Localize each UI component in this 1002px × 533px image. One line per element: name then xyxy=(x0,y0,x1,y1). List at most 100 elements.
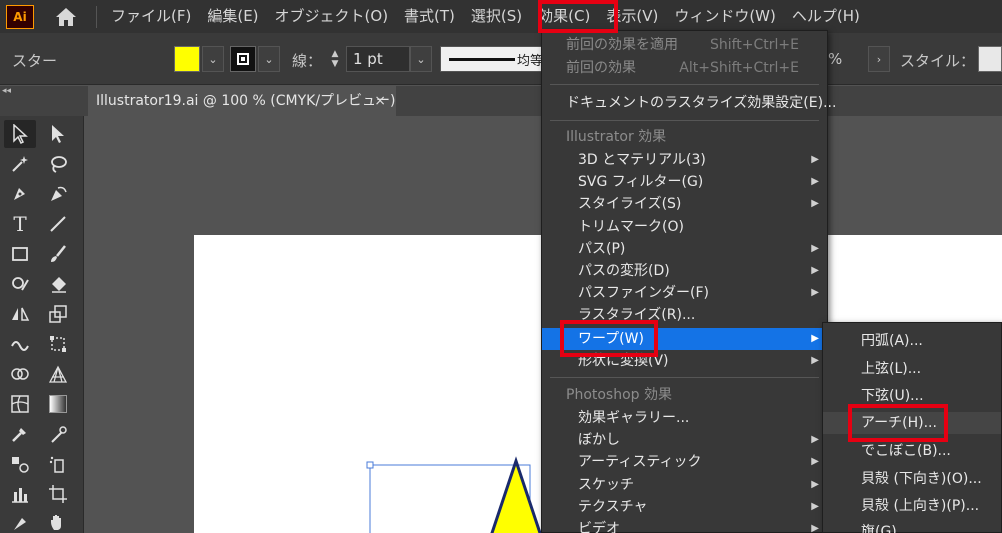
warp-item-arc-lower[interactable]: 上弦(L)... xyxy=(823,358,1001,380)
home-icon[interactable] xyxy=(46,0,86,33)
menu-object[interactable]: オブジェクト(O) xyxy=(267,0,397,33)
collapse-panels-icon[interactable]: ◂◂ xyxy=(2,86,11,96)
stroke-dropdown[interactable]: ⌄ xyxy=(258,46,280,72)
menu-item-effect-gallery[interactable]: 効果ギャラリー... xyxy=(542,407,827,429)
rectangle-tool-icon[interactable] xyxy=(4,240,36,268)
slice-tool-icon[interactable] xyxy=(4,508,36,533)
warp-item-arc[interactable]: 円弧(A)... xyxy=(823,330,1001,352)
submenu-arrow-icon: ▶ xyxy=(811,434,819,445)
scale-tool-icon[interactable] xyxy=(42,300,74,328)
opacity-arrow[interactable]: › xyxy=(868,46,890,72)
submenu-arrow-icon: ▶ xyxy=(811,479,819,490)
eraser-tool-icon[interactable] xyxy=(42,270,74,298)
stroke-weight-spinner[interactable]: ▲ ▼ xyxy=(324,46,346,72)
star-shape xyxy=(490,456,542,533)
menu-header-photoshop-effects: Photoshop 効果 xyxy=(566,387,673,403)
style-swatch[interactable] xyxy=(978,46,1002,72)
line-tool-icon[interactable] xyxy=(42,210,74,238)
menu-divider xyxy=(96,5,97,28)
annotation-effect-menu xyxy=(538,0,618,33)
menu-header-illustrator-effects: Illustrator 効果 xyxy=(566,129,667,145)
menu-item-apply-last-effect[interactable]: 前回の効果を適用 Shift+Ctrl+E xyxy=(542,34,827,56)
warp-tool-icon[interactable] xyxy=(4,330,36,358)
stroke-swatch-icon xyxy=(237,53,249,65)
menu-item-crop-marks[interactable]: トリムマーク(O) xyxy=(542,216,827,238)
menu-item-artistic[interactable]: アーティスティック ▶ xyxy=(542,451,827,473)
illustrator-logo: Ai xyxy=(6,4,34,29)
shape-builder-tool-icon[interactable] xyxy=(4,360,36,388)
warp-item-flag[interactable]: 旗(G)... xyxy=(823,521,1001,533)
selection-tool-icon[interactable] xyxy=(4,120,36,148)
stroke-label: 線： xyxy=(292,52,323,70)
menu-item-raster-effects-settings[interactable]: ドキュメントのラスタライズ効果設定(E)... xyxy=(542,92,836,114)
selection-handle xyxy=(366,461,374,469)
free-transform-tool-icon[interactable] xyxy=(42,330,74,358)
close-tab-icon[interactable]: × xyxy=(374,86,386,116)
blend-tool-icon[interactable] xyxy=(4,450,36,478)
menu-item-sketch[interactable]: スケッチ ▶ xyxy=(542,474,827,496)
submenu-arrow-icon: ▶ xyxy=(811,501,819,512)
menu-item-pathfinder[interactable]: パスファインダー(F) ▶ xyxy=(542,282,827,304)
stroke-profile-label: 均等 xyxy=(517,54,544,69)
menu-item-stylize[interactable]: スタイライズ(S) ▶ xyxy=(542,193,827,215)
menu-separator xyxy=(550,120,819,121)
menu-item-blur[interactable]: ぼかし ▶ xyxy=(542,429,827,451)
measure-tool-icon[interactable] xyxy=(42,420,74,448)
magic-wand-tool-icon[interactable] xyxy=(4,150,36,178)
menu-window[interactable]: ウィンドウ(W) xyxy=(666,0,784,33)
stroke-swatch[interactable] xyxy=(230,46,256,72)
stroke-profile-preview[interactable]: 均等 xyxy=(440,46,550,72)
menu-item-last-effect[interactable]: 前回の効果 Alt+Shift+Ctrl+E xyxy=(542,57,827,79)
hand-tool-icon[interactable] xyxy=(42,508,74,533)
menu-file[interactable]: ファイル(F) xyxy=(103,0,199,33)
stroke-weight-field[interactable]: 1 pt xyxy=(346,46,410,72)
eyedropper-tool-icon[interactable] xyxy=(4,420,36,448)
shaper-tool-icon[interactable] xyxy=(4,270,36,298)
submenu-arrow-icon: ▶ xyxy=(811,355,819,366)
direct-selection-tool-icon[interactable] xyxy=(42,120,74,148)
submenu-arrow-icon: ▶ xyxy=(811,456,819,467)
submenu-arrow-icon: ▶ xyxy=(811,154,819,165)
warp-item-shell-lower[interactable]: 貝殻 (下向き)(O)... xyxy=(823,468,1001,490)
submenu-arrow-icon: ▶ xyxy=(811,287,819,298)
gradient-tool-icon[interactable] xyxy=(42,390,74,418)
menu-separator xyxy=(550,84,819,85)
menu-separator xyxy=(550,377,819,378)
menu-item-3d-materials[interactable]: 3D とマテリアル(3) ▶ xyxy=(542,149,827,171)
menu-item-svg-filters[interactable]: SVG フィルター(G) ▶ xyxy=(542,171,827,193)
perspective-grid-tool-icon[interactable] xyxy=(42,360,74,388)
symbol-sprayer-tool-icon[interactable] xyxy=(42,450,74,478)
fill-swatch[interactable] xyxy=(174,46,200,72)
paintbrush-tool-icon[interactable] xyxy=(42,240,74,268)
menu-edit[interactable]: 編集(E) xyxy=(199,0,266,33)
effect-menu-dropdown: 前回の効果を適用 Shift+Ctrl+E 前回の効果 Alt+Shift+Ctrl… xyxy=(541,30,836,533)
control-bar: スター ⌄ ⌄ 線： ▲ ▼ 1 pt ⌄ 均等 % › スタイル： xyxy=(0,33,1002,85)
curvature-tool-icon[interactable] xyxy=(42,180,74,208)
submenu-arrow-icon: ▶ xyxy=(811,523,819,533)
menu-item-texture[interactable]: テクスチャ ▶ xyxy=(542,496,827,518)
document-tab-bar: ◂◂ Illustrator19.ai @ 100 % (CMYK/プレビュー)… xyxy=(0,86,1002,116)
menu-type[interactable]: 書式(T) xyxy=(396,0,463,33)
submenu-arrow-icon: ▶ xyxy=(811,333,819,344)
type-tool-icon[interactable]: T xyxy=(4,210,36,238)
menu-item-distort-transform[interactable]: パスの変形(D) ▶ xyxy=(542,260,827,282)
menu-help[interactable]: ヘルプ(H) xyxy=(784,0,868,33)
opacity-percent: % xyxy=(828,50,843,68)
pen-tool-icon[interactable] xyxy=(4,180,36,208)
submenu-arrow-icon: ▶ xyxy=(811,265,819,276)
menu-select[interactable]: 選択(S) xyxy=(463,0,530,33)
warp-item-shell-upper[interactable]: 貝殻 (上向き)(P)... xyxy=(823,495,1001,517)
reflect-tool-icon[interactable] xyxy=(4,300,36,328)
annotation-warp-item xyxy=(560,320,658,357)
lasso-tool-icon[interactable] xyxy=(42,150,74,178)
column-graph-tool-icon[interactable] xyxy=(4,480,36,508)
fill-dropdown[interactable]: ⌄ xyxy=(202,46,224,72)
menu-item-path[interactable]: パス(P) ▶ xyxy=(542,238,827,260)
artboard-tool-icon[interactable] xyxy=(42,480,74,508)
document-tab[interactable]: Illustrator19.ai @ 100 % (CMYK/プレビュー) × xyxy=(88,86,396,116)
menu-item-video[interactable]: ビデオ ▶ xyxy=(542,518,827,533)
stroke-weight-dropdown[interactable]: ⌄ xyxy=(410,46,432,72)
document-tab-title: Illustrator19.ai @ 100 % (CMYK/プレビュー) xyxy=(96,93,396,109)
mesh-tool-icon[interactable] xyxy=(4,390,36,418)
warp-item-bulge[interactable]: でこぼこ(B)... xyxy=(823,440,1001,462)
